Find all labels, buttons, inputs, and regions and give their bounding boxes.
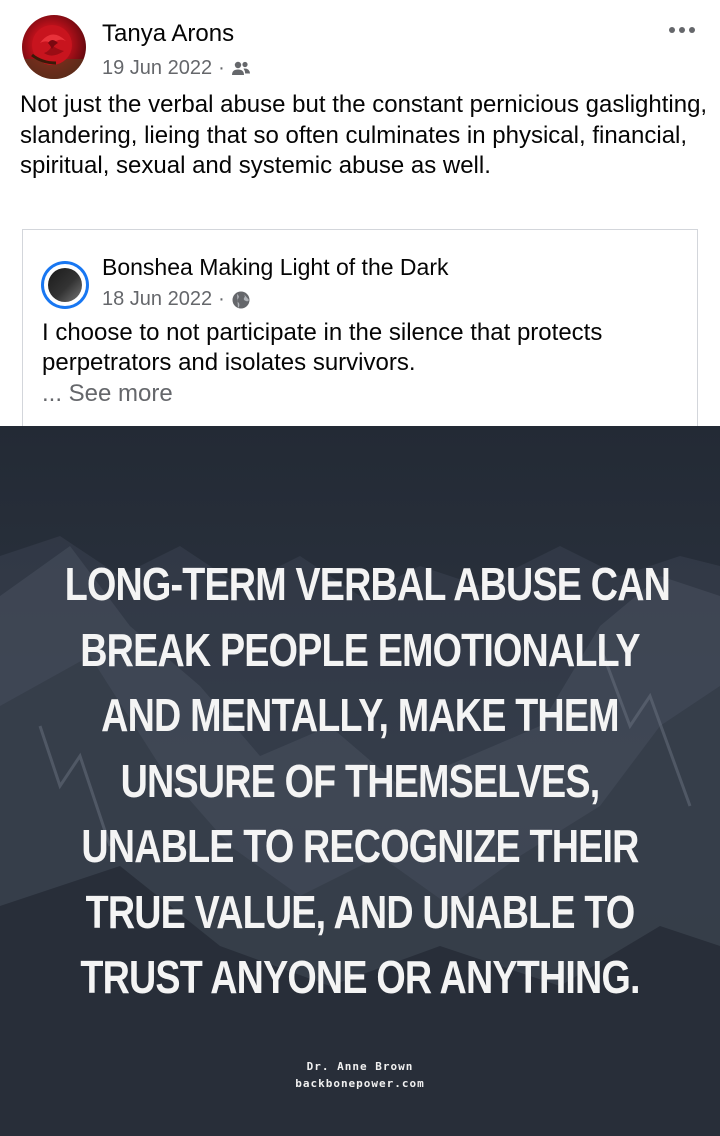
quote-line: AND MENTALLY, MAKE THEM: [101, 689, 619, 741]
see-more-link[interactable]: ... See more: [42, 380, 173, 408]
author-name[interactable]: Tanya Arons: [102, 20, 234, 48]
quote-image[interactable]: LONG-TERM VERBAL ABUSE CAN BREAK PEOPLE …: [0, 426, 720, 1136]
shared-post-text: I choose to not participate in the silen…: [42, 319, 603, 376]
credit-site: backbonepower.com: [295, 1077, 425, 1090]
rose-image: [22, 25, 86, 79]
friends-icon[interactable]: [231, 60, 251, 78]
meta-separator: ·: [218, 57, 225, 79]
quote-text: LONG-TERM VERBAL ABUSE CAN BREAK PEOPLE …: [64, 552, 671, 1011]
quote-line: TRUST ANYONE OR ANYTHING.: [80, 951, 640, 1003]
quote-line: TRUE VALUE, AND UNABLE TO: [85, 885, 636, 938]
post-text: Not just the verbal abuse but the consta…: [20, 91, 708, 179]
shared-author-name[interactable]: Bonshea Making Light of the Dark: [102, 254, 448, 281]
image-credit: Dr. Anne Brown backbonepower.com: [0, 1058, 720, 1092]
quote-line: UNABLE TO RECOGNIZE THEIR: [81, 820, 639, 872]
post-header: Tanya Arons 19 Jun 2022 ·: [0, 0, 720, 92]
globe-icon[interactable]: [231, 290, 251, 310]
shared-post-card[interactable]: Bonshea Making Light of the Dark 18 Jun …: [22, 229, 698, 429]
credit-name: Dr. Anne Brown: [306, 1060, 414, 1073]
shared-avatar-photo: [48, 268, 82, 302]
more-horizontal-icon[interactable]: [666, 20, 698, 40]
shared-author-avatar[interactable]: [41, 261, 89, 309]
meta-separator: ·: [218, 288, 225, 310]
quote-line: LONG-TERM VERBAL ABUSE CAN: [64, 558, 671, 610]
post-meta: 19 Jun 2022 ·: [102, 57, 251, 80]
shared-post-date[interactable]: 18 Jun 2022: [102, 288, 212, 311]
post-date[interactable]: 19 Jun 2022: [102, 57, 212, 80]
author-avatar[interactable]: [22, 15, 86, 79]
quote-line: BREAK PEOPLE EMOTIONALLY: [80, 623, 640, 676]
shared-avatar-inner: [44, 264, 86, 306]
shared-post-meta: 18 Jun 2022 ·: [102, 288, 251, 311]
quote-line: UNSURE OF THEMSELVES,: [120, 754, 601, 807]
